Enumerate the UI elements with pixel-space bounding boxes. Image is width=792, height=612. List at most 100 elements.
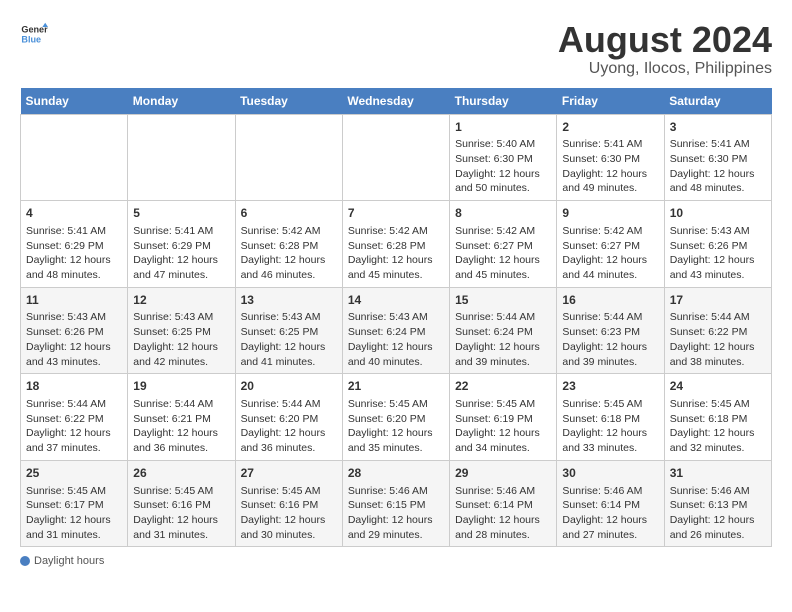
sunrise-line: Sunrise: 5:44 AM (562, 310, 658, 325)
daylight-line: Daylight: 12 hours and 43 minutes. (26, 340, 122, 369)
calendar-cell: 11Sunrise: 5:43 AMSunset: 6:26 PMDayligh… (21, 287, 128, 374)
sunset-line: Sunset: 6:22 PM (26, 412, 122, 427)
sunset-line: Sunset: 6:24 PM (348, 325, 444, 340)
sunset-line: Sunset: 6:13 PM (670, 498, 766, 513)
sunset-line: Sunset: 6:19 PM (455, 412, 551, 427)
daylight-line: Daylight: 12 hours and 30 minutes. (241, 513, 337, 542)
sunrise-line: Sunrise: 5:44 AM (133, 397, 229, 412)
sunset-line: Sunset: 6:20 PM (241, 412, 337, 427)
daylight-line: Daylight: 12 hours and 39 minutes. (562, 340, 658, 369)
calendar-cell: 3Sunrise: 5:41 AMSunset: 6:30 PMDaylight… (664, 114, 771, 201)
sunset-line: Sunset: 6:23 PM (562, 325, 658, 340)
sunset-line: Sunset: 6:29 PM (133, 239, 229, 254)
daylight-line: Daylight: 12 hours and 44 minutes. (562, 253, 658, 282)
sunset-line: Sunset: 6:17 PM (26, 498, 122, 513)
page-header: General Blue August 2024 Uyong, Ilocos, … (20, 20, 772, 78)
day-number: 9 (562, 205, 658, 222)
day-number: 3 (670, 119, 766, 136)
sunset-line: Sunset: 6:27 PM (455, 239, 551, 254)
calendar-cell: 28Sunrise: 5:46 AMSunset: 6:15 PMDayligh… (342, 460, 449, 547)
daylight-line: Daylight: 12 hours and 39 minutes. (455, 340, 551, 369)
header-friday: Friday (557, 88, 664, 115)
day-number: 13 (241, 292, 337, 309)
daylight-line: Daylight: 12 hours and 32 minutes. (670, 426, 766, 455)
header-tuesday: Tuesday (235, 88, 342, 115)
calendar-cell: 13Sunrise: 5:43 AMSunset: 6:25 PMDayligh… (235, 287, 342, 374)
sunset-line: Sunset: 6:25 PM (241, 325, 337, 340)
sunrise-line: Sunrise: 5:46 AM (455, 484, 551, 499)
sunset-line: Sunset: 6:18 PM (670, 412, 766, 427)
calendar-table: SundayMondayTuesdayWednesdayThursdayFrid… (20, 88, 772, 548)
calendar-week-3: 11Sunrise: 5:43 AMSunset: 6:26 PMDayligh… (21, 287, 772, 374)
day-number: 14 (348, 292, 444, 309)
calendar-cell: 1Sunrise: 5:40 AMSunset: 6:30 PMDaylight… (450, 114, 557, 201)
day-number: 2 (562, 119, 658, 136)
calendar-cell: 16Sunrise: 5:44 AMSunset: 6:23 PMDayligh… (557, 287, 664, 374)
sunrise-line: Sunrise: 5:45 AM (562, 397, 658, 412)
calendar-cell: 10 Sunrise: 5:43 AMSunset: 6:26 PMDayligh… (664, 201, 771, 288)
calendar-week-2: 4Sunrise: 5:41 AMSunset: 6:29 PMDaylight… (21, 201, 772, 288)
sunset-line: Sunset: 6:16 PM (133, 498, 229, 513)
day-number: 17 (670, 292, 766, 309)
legend-daylight: Daylight hours (20, 555, 104, 567)
sunset-line: Sunset: 6:22 PM (670, 325, 766, 340)
sunrise-line: Sunrise: 5:45 AM (241, 484, 337, 499)
calendar-cell: 24Sunrise: 5:45 AMSunset: 6:18 PMDayligh… (664, 374, 771, 461)
daylight-line: Daylight: 12 hours and 43 minutes. (670, 253, 766, 282)
sunrise-line: Sunrise: 5:46 AM (562, 484, 658, 499)
sunrise-line: Sunrise: 5:45 AM (455, 397, 551, 412)
sunset-line: Sunset: 6:29 PM (26, 239, 122, 254)
sunrise-line: Sunrise: 5:43 AM (241, 310, 337, 325)
calendar-cell (342, 114, 449, 201)
daylight-line: Daylight: 12 hours and 28 minutes. (455, 513, 551, 542)
calendar-cell: 31Sunrise: 5:46 AMSunset: 6:13 PMDayligh… (664, 460, 771, 547)
sunrise-line: Sunrise: 5:42 AM (241, 224, 337, 239)
calendar-cell: 18Sunrise: 5:44 AMSunset: 6:22 PMDayligh… (21, 374, 128, 461)
calendar-week-5: 25Sunrise: 5:45 AMSunset: 6:17 PMDayligh… (21, 460, 772, 547)
calendar-cell (21, 114, 128, 201)
sunrise-line: Sunrise: 5:42 AM (455, 224, 551, 239)
calendar-week-1: 1Sunrise: 5:40 AMSunset: 6:30 PMDaylight… (21, 114, 772, 201)
day-number: 20 (241, 378, 337, 395)
calendar-cell: 14Sunrise: 5:43 AMSunset: 6:24 PMDayligh… (342, 287, 449, 374)
day-number: 16 (562, 292, 658, 309)
daylight-line: Daylight: 12 hours and 35 minutes. (348, 426, 444, 455)
calendar-cell: 26Sunrise: 5:45 AMSunset: 6:16 PMDayligh… (128, 460, 235, 547)
daylight-line: Daylight: 12 hours and 38 minutes. (670, 340, 766, 369)
daylight-line: Daylight: 12 hours and 31 minutes. (26, 513, 122, 542)
day-number: 26 (133, 465, 229, 482)
day-number: 12 (133, 292, 229, 309)
day-number: 4 (26, 205, 122, 222)
calendar-title: August 2024 (558, 20, 772, 60)
calendar-cell: 5Sunrise: 5:41 AMSunset: 6:29 PMDaylight… (128, 201, 235, 288)
sunrise-line: Sunrise: 5:43 AM (348, 310, 444, 325)
svg-text:Blue: Blue (21, 34, 41, 44)
sunrise-line: Sunrise: 5:41 AM (133, 224, 229, 239)
daylight-line: Daylight: 12 hours and 48 minutes. (670, 167, 766, 196)
sunrise-line: Sunrise: 5:41 AM (670, 137, 766, 152)
day-number: 21 (348, 378, 444, 395)
day-number: 25 (26, 465, 122, 482)
day-number: 10 (670, 205, 766, 222)
sunrise-line: Sunrise: 5:43 AM (670, 224, 766, 239)
sunrise-line: Sunrise: 5:42 AM (348, 224, 444, 239)
daylight-line: Daylight: 12 hours and 42 minutes. (133, 340, 229, 369)
sunset-line: Sunset: 6:30 PM (562, 152, 658, 167)
day-number: 28 (348, 465, 444, 482)
daylight-line: Daylight: 12 hours and 41 minutes. (241, 340, 337, 369)
day-number: 31 (670, 465, 766, 482)
daylight-line: Daylight: 12 hours and 49 minutes. (562, 167, 658, 196)
daylight-line: Daylight: 12 hours and 45 minutes. (455, 253, 551, 282)
calendar-cell: 20Sunrise: 5:44 AMSunset: 6:20 PMDayligh… (235, 374, 342, 461)
sunrise-line: Sunrise: 5:43 AM (133, 310, 229, 325)
sunset-line: Sunset: 6:26 PM (670, 239, 766, 254)
sunrise-line: Sunrise: 5:44 AM (455, 310, 551, 325)
day-number: 29 (455, 465, 551, 482)
logo: General Blue (20, 20, 48, 48)
sunset-line: Sunset: 6:26 PM (26, 325, 122, 340)
calendar-cell: 25Sunrise: 5:45 AMSunset: 6:17 PMDayligh… (21, 460, 128, 547)
calendar-subtitle: Uyong, Ilocos, Philippines (558, 60, 772, 78)
daylight-line: Daylight: 12 hours and 29 minutes. (348, 513, 444, 542)
daylight-line: Daylight: 12 hours and 40 minutes. (348, 340, 444, 369)
day-number: 18 (26, 378, 122, 395)
